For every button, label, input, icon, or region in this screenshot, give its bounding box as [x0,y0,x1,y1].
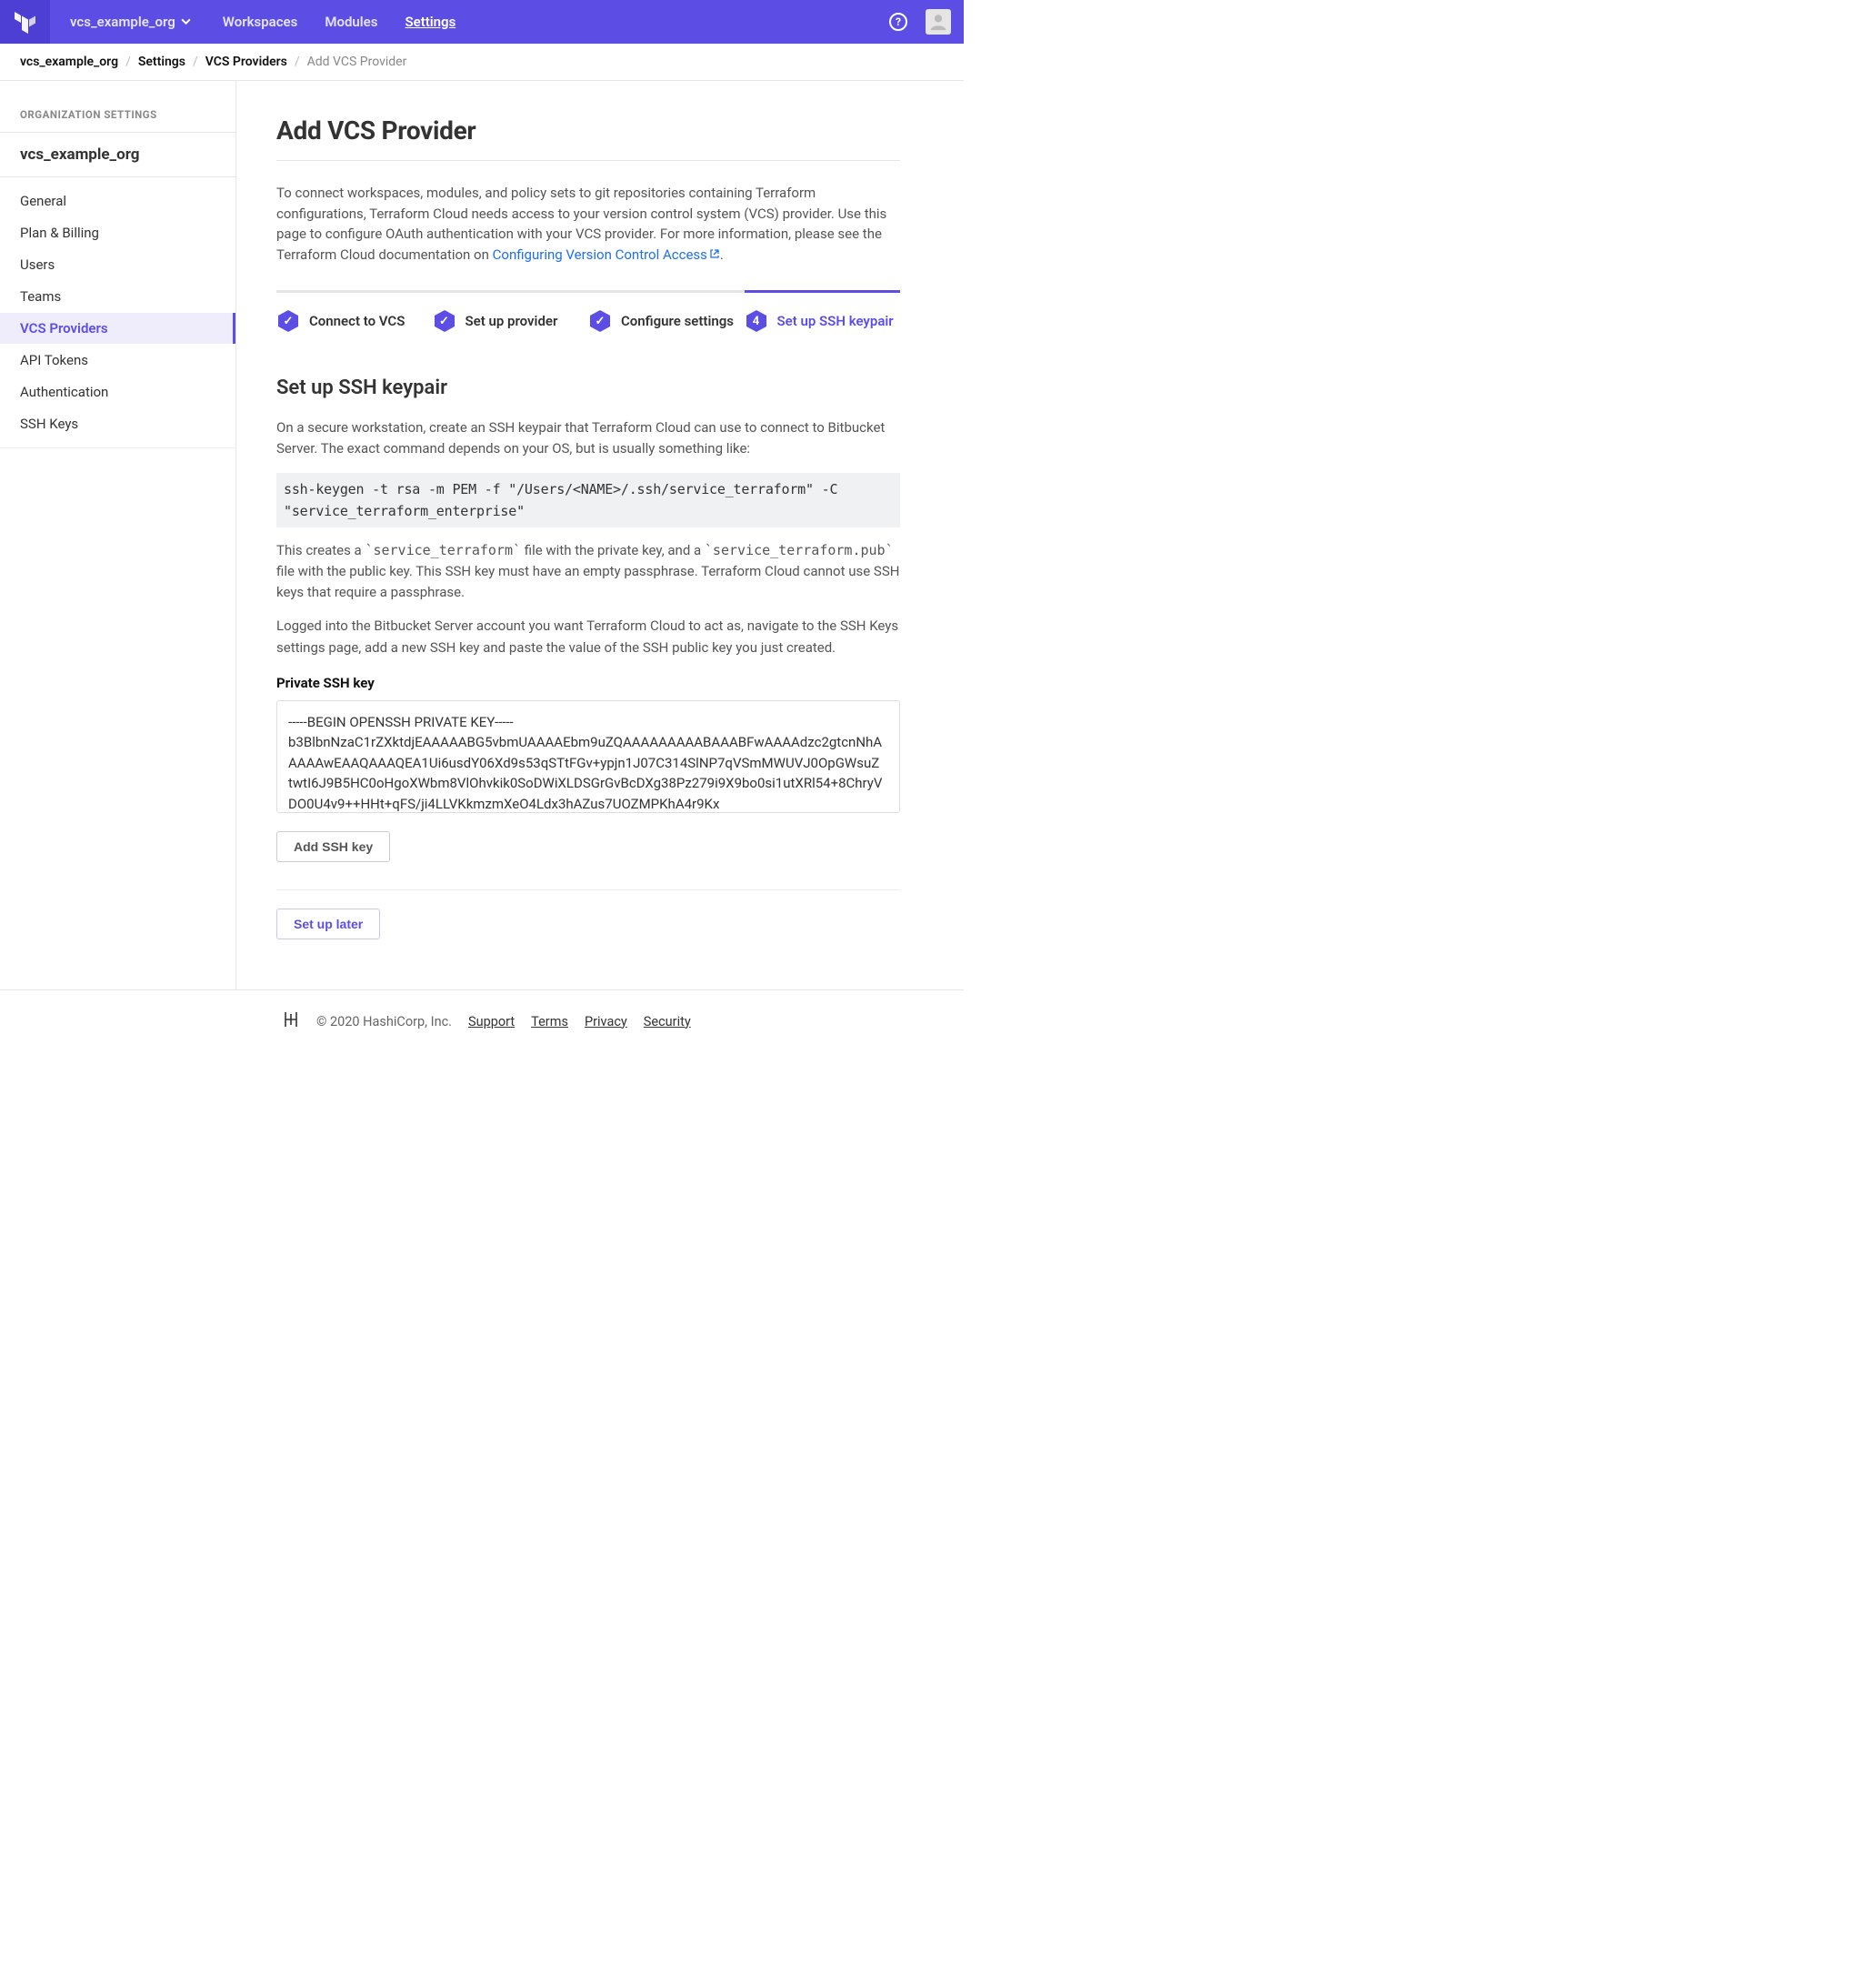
breadcrumb: vcs_example_org / Settings / VCS Provide… [0,44,964,81]
breadcrumb-current: Add VCS Provider [307,55,407,69]
page-title: Add VCS Provider [276,115,900,146]
hashicorp-logo-icon [282,1010,300,1032]
sidebar-item-plan-billing[interactable]: Plan & Billing [0,217,235,248]
sidebar: ORGANIZATION SETTINGS vcs_example_org Ge… [0,81,236,989]
step-check-icon: ✓ [588,309,612,333]
step-label: Connect to VCS [309,313,405,329]
breadcrumb-org[interactable]: vcs_example_org [20,55,118,69]
sidebar-section-title: ORGANIZATION SETTINGS [0,108,235,132]
avatar[interactable] [926,9,951,35]
sidebar-item-ssh-keys[interactable]: SSH Keys [0,408,235,439]
intro-doc-link[interactable]: Configuring Version Control Access [493,246,720,263]
step-label: Configure settings [621,313,734,329]
section-heading: Set up SSH keypair [276,377,900,399]
sidebar-item-api-tokens[interactable]: API Tokens [0,345,235,376]
ssh-paragraph-2: This creates a `service_terraform` file … [276,540,900,604]
private-ssh-key-label: Private SSH key [276,675,900,691]
sidebar-item-authentication[interactable]: Authentication [0,377,235,407]
intro-paragraph: To connect workspaces, modules, and poli… [276,183,900,265]
wizard-steps: ✓ Connect to VCS ✓ Set up provider ✓ Con… [276,290,900,333]
org-switcher-label: vcs_example_org [70,14,175,30]
footer-support[interactable]: Support [468,1014,515,1029]
top-nav: vcs_example_org Workspaces Modules Setti… [0,0,964,44]
private-ssh-key-input[interactable] [276,700,900,813]
add-ssh-key-button[interactable]: Add SSH key [276,831,390,862]
step-check-icon: ✓ [433,309,456,333]
step-set-up-provider: ✓ Set up provider [433,290,589,333]
help-icon[interactable]: ? [889,13,907,31]
org-switcher[interactable]: vcs_example_org [50,14,209,30]
external-link-icon [709,245,720,266]
sidebar-item-vcs-providers[interactable]: VCS Providers [0,313,235,344]
breadcrumb-settings[interactable]: Settings [138,55,185,69]
main-content: Add VCS Provider To connect workspaces, … [236,81,927,989]
nav-workspaces[interactable]: Workspaces [209,14,312,30]
ssh-paragraph-1: On a secure workstation, create an SSH k… [276,417,900,460]
footer-security[interactable]: Security [644,1014,691,1029]
terraform-logo-icon[interactable] [0,0,50,44]
ssh-paragraph-3: Logged into the Bitbucket Server account… [276,616,900,658]
step-set-up-ssh-keypair: 4 Set up SSH keypair [745,290,901,333]
footer-terms[interactable]: Terms [531,1014,568,1029]
step-configure-settings: ✓ Configure settings [588,290,745,333]
chevron-down-icon [181,14,191,30]
sidebar-item-teams[interactable]: Teams [0,281,235,312]
set-up-later-button[interactable]: Set up later [276,909,380,939]
sidebar-item-users[interactable]: Users [0,249,235,280]
breadcrumb-vcs[interactable]: VCS Providers [205,55,287,69]
footer-copyright: © 2020 HashiCorp, Inc. [316,1014,452,1029]
sidebar-item-general[interactable]: General [0,186,235,216]
footer: © 2020 HashiCorp, Inc. Support Terms Pri… [0,990,964,1052]
step-number-icon: 4 [745,309,768,333]
footer-privacy[interactable]: Privacy [585,1014,627,1029]
sidebar-org-name: vcs_example_org [0,132,235,177]
ssh-command-block: ssh-keygen -t rsa -m PEM -f "/Users/<NAM… [276,473,900,527]
step-label: Set up provider [466,313,558,329]
nav-settings[interactable]: Settings [391,14,469,30]
step-label: Set up SSH keypair [777,313,894,329]
step-connect-to-vcs: ✓ Connect to VCS [276,290,433,333]
step-check-icon: ✓ [276,309,300,333]
nav-modules[interactable]: Modules [311,14,391,30]
